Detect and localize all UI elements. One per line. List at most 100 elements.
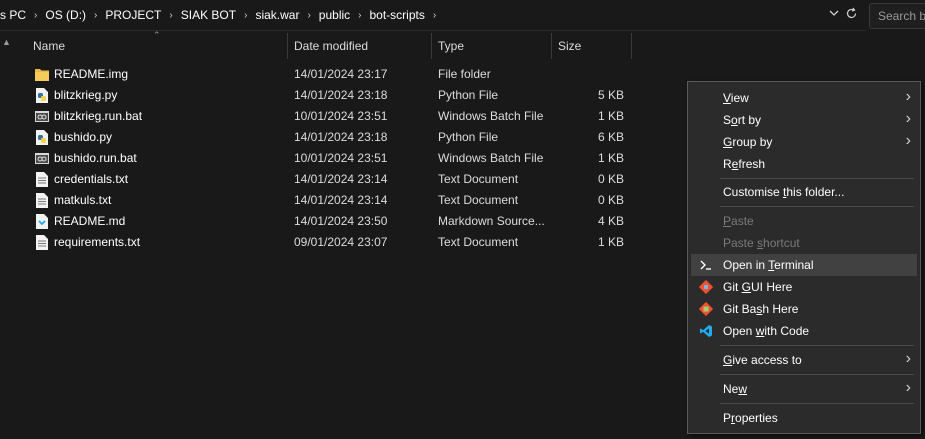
file-type: File folder (438, 67, 491, 81)
file-row[interactable]: requirements.txt 09/01/2024 23:07 Text D… (0, 232, 680, 253)
breadcrumb-separator-icon[interactable]: › (429, 10, 440, 21)
column-header-type[interactable]: Type (432, 33, 552, 59)
file-type: Text Document (438, 235, 519, 249)
python-file-icon (36, 88, 48, 103)
file-type: Markdown Source... (438, 214, 545, 228)
file-size: 1 KB (597, 151, 624, 165)
file-size: 6 KB (597, 130, 624, 144)
text-file-icon (36, 193, 48, 208)
menu-item-refresh[interactable]: Refresh (691, 153, 917, 175)
file-name: README.img (54, 67, 129, 81)
file-row[interactable]: bushido.py 14/01/2024 23:18 Python File … (0, 127, 680, 148)
file-size: 4 KB (597, 214, 624, 228)
file-size: 0 KB (597, 193, 624, 207)
terminal-icon (700, 260, 711, 270)
git-gui-icon (699, 280, 713, 294)
git-bash-icon (699, 302, 713, 316)
menu-item-properties[interactable]: Properties (691, 407, 917, 429)
file-size: 5 KB (597, 88, 624, 102)
file-date: 09/01/2024 23:07 (294, 235, 388, 249)
file-name: requirements.txt (54, 235, 141, 249)
file-name: matkuls.txt (54, 193, 112, 207)
menu-item-give-access-to[interactable]: Give access to › (691, 349, 917, 371)
vscode-icon (700, 325, 712, 337)
menu-divider (720, 374, 914, 375)
file-row[interactable]: README.md 14/01/2024 23:50 Markdown Sour… (0, 211, 680, 232)
chevron-right-icon: › (905, 88, 911, 105)
chevron-right-icon: › (905, 350, 911, 367)
chevron-right-icon: › (905, 132, 911, 149)
file-size (560, 64, 624, 85)
menu-item-paste: Paste (723, 214, 754, 228)
menu-divider (720, 345, 914, 346)
menu-item-new[interactable]: New › (691, 378, 917, 400)
menu-item-customise-folder[interactable]: Customise this folder... (691, 181, 917, 203)
file-row[interactable]: credentials.txt 14/01/2024 23:14 Text Do… (0, 169, 680, 190)
file-name: credentials.txt (54, 172, 129, 186)
menu-item-view[interactable]: View › (691, 87, 917, 109)
file-date: 14/01/2024 23:18 (294, 130, 388, 144)
file-row[interactable]: blitzkrieg.run.bat 10/01/2024 23:51 Wind… (0, 106, 680, 127)
file-type: Windows Batch File (438, 151, 544, 165)
file-row[interactable]: README.img 14/01/2024 23:17 File folder (0, 64, 680, 85)
file-type: Text Document (438, 172, 519, 186)
menu-item-open-with-code[interactable]: Open with Code (691, 320, 917, 342)
address-history-chevron-down-icon[interactable] (826, 7, 842, 23)
breadcrumb-public[interactable]: public (315, 8, 354, 22)
menu-item-paste-shortcut: Paste shortcut (723, 236, 800, 250)
column-header-size[interactable]: Size (552, 33, 632, 59)
text-file-icon (36, 235, 48, 250)
breadcrumb-separator-icon[interactable]: › (354, 10, 365, 21)
breadcrumb: s PC › OS (D:) › PROJECT › SIAK BOT › si… (0, 0, 826, 30)
context-menu: View › Sort by › Group by › Refresh Cust… (687, 81, 921, 434)
breadcrumb-siak-war[interactable]: siak.war (251, 8, 303, 22)
address-bar[interactable]: s PC › OS (D:) › PROJECT › SIAK BOT › si… (0, 0, 866, 31)
file-size: 1 KB (597, 235, 624, 249)
menu-item-open-in-terminal[interactable]: Open in Terminal (691, 254, 917, 276)
file-date: 10/01/2024 23:51 (294, 151, 388, 165)
file-row[interactable]: blitzkrieg.py 14/01/2024 23:18 Python Fi… (0, 85, 680, 106)
file-size: 1 KB (597, 109, 624, 123)
file-name: bushido.py (54, 130, 113, 144)
chevron-right-icon: › (905, 379, 911, 396)
batch-file-icon (35, 153, 49, 164)
file-date: 14/01/2024 23:14 (294, 172, 388, 186)
file-type: Windows Batch File (438, 109, 544, 123)
breadcrumb-separator-icon[interactable]: › (165, 10, 176, 21)
breadcrumb-bot-scripts[interactable]: bot-scripts (366, 8, 429, 22)
file-date: 14/01/2024 23:50 (294, 214, 388, 228)
breadcrumb-separator-icon[interactable]: › (30, 10, 41, 21)
batch-file-icon (35, 111, 49, 122)
file-name: blitzkrieg.py (54, 88, 118, 102)
file-date: 14/01/2024 23:18 (294, 88, 388, 102)
menu-divider (720, 206, 914, 207)
breadcrumb-siak-bot[interactable]: SIAK BOT (177, 8, 240, 22)
column-headers: Name Date modified Type Size (0, 33, 925, 59)
menu-item-git-gui-here[interactable]: Git GUI Here (691, 276, 917, 298)
markdown-file-icon (36, 214, 48, 229)
breadcrumb-project[interactable]: PROJECT (101, 8, 165, 22)
menu-item-git-bash-here[interactable]: Git Bash Here (691, 298, 917, 320)
breadcrumb-separator-icon[interactable]: › (303, 10, 314, 21)
file-type: Python File (438, 88, 499, 102)
breadcrumb-this-pc[interactable]: s PC (0, 8, 30, 22)
breadcrumb-separator-icon[interactable]: › (240, 10, 251, 21)
menu-divider (720, 403, 914, 404)
text-file-icon (36, 172, 48, 187)
menu-divider (720, 178, 914, 179)
breadcrumb-separator-icon[interactable]: › (90, 10, 101, 21)
search-input[interactable] (878, 8, 925, 24)
file-date: 14/01/2024 23:14 (294, 193, 388, 207)
file-size: 0 KB (597, 172, 624, 186)
file-name: README.md (54, 214, 126, 228)
file-date: 10/01/2024 23:51 (294, 109, 388, 123)
file-type: Python File (438, 130, 499, 144)
column-header-date[interactable]: Date modified (288, 33, 432, 59)
menu-item-sort-by[interactable]: Sort by › (691, 109, 917, 131)
breadcrumb-drive[interactable]: OS (D:) (41, 8, 90, 22)
search-box[interactable] (869, 3, 925, 29)
file-row[interactable]: matkuls.txt 14/01/2024 23:14 Text Docume… (0, 190, 680, 211)
file-row[interactable]: bushido.run.bat 10/01/2024 23:51 Windows… (0, 148, 680, 169)
refresh-icon[interactable] (843, 7, 859, 23)
menu-item-group-by[interactable]: Group by › (691, 131, 917, 153)
